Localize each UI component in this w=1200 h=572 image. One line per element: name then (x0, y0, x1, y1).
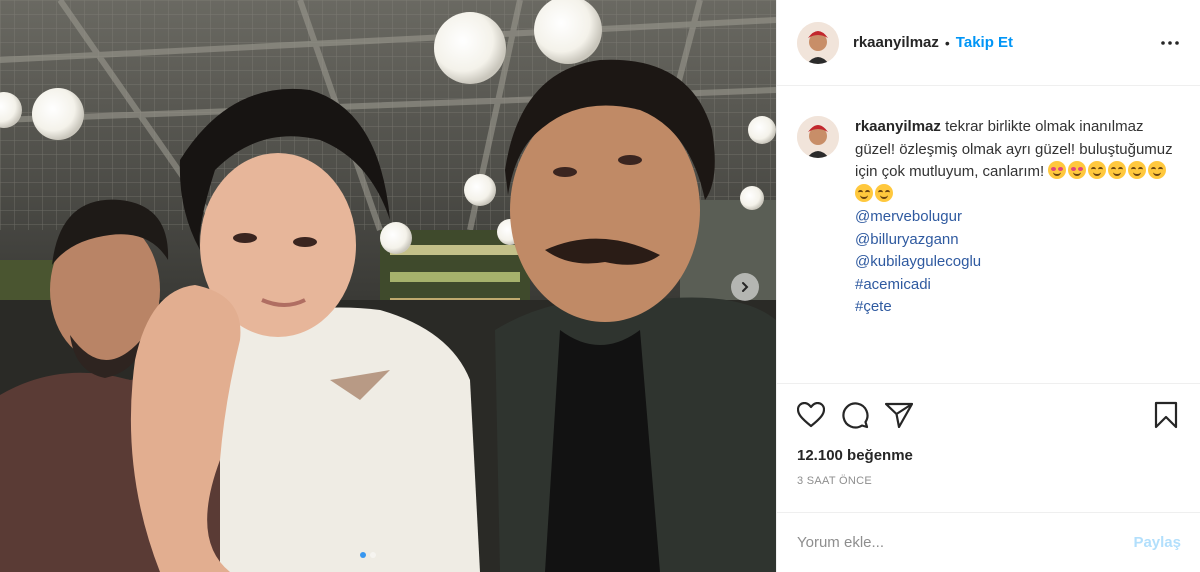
author-username[interactable]: rkaanyilmaz (853, 34, 939, 51)
save-button[interactable] (1150, 399, 1182, 431)
carousel-indicator (360, 552, 376, 558)
smiling-face-emoji-icon (855, 183, 873, 202)
bookmark-icon (1154, 401, 1178, 428)
smiling-face-emoji-icon (1148, 161, 1167, 179)
action-bar (777, 383, 1200, 445)
post-comment-button[interactable]: Paylaş (1133, 534, 1181, 551)
caption-username[interactable]: rkaanyilmaz (855, 118, 941, 135)
heart-icon (797, 401, 825, 427)
smiling-face-emoji-icon (1108, 161, 1127, 179)
heart-eyes-emoji-icon (1068, 161, 1087, 179)
comment-form: Paylaş (777, 512, 1200, 572)
photo-scene (0, 0, 776, 572)
like-button[interactable] (795, 399, 827, 431)
avatar-image (797, 21, 839, 64)
smiling-face-emoji-icon (1088, 161, 1107, 179)
likes-count[interactable]: 12.100 beğenme (777, 445, 1200, 467)
caption-avatar[interactable] (797, 116, 839, 158)
mention-link[interactable]: @kubilaygulecoglu (855, 251, 1175, 274)
share-button[interactable] (883, 399, 915, 431)
more-options-button[interactable] (1158, 31, 1182, 55)
mention-link[interactable]: @billuryazgann (855, 229, 1175, 252)
caption-area: rkaanyilmaz tekrar birlikte olmak inanıl… (777, 86, 1200, 383)
carousel-dot (360, 552, 366, 558)
caption-tags: @mervebolugur @billuryazgann @kubilaygul… (855, 206, 1175, 319)
carousel-dot (370, 552, 376, 558)
comment-input[interactable] (797, 534, 1134, 551)
smiling-face-emoji-icon (1128, 161, 1147, 179)
separator-dot: • (944, 34, 950, 51)
avatar-image (797, 116, 839, 158)
smiling-face-emoji-icon (875, 183, 893, 202)
post-side-panel: rkaanyilmaz • Takip Et rkaanyilmaz tekra… (776, 0, 1200, 572)
post-header: rkaanyilmaz • Takip Et (777, 0, 1200, 86)
comment-button[interactable] (839, 399, 871, 431)
author-avatar[interactable] (797, 21, 839, 64)
hashtag-link[interactable]: #çete (855, 296, 1175, 319)
paper-plane-icon (885, 402, 913, 428)
carousel-next-button[interactable] (731, 273, 759, 301)
mention-link[interactable]: @mervebolugur (855, 206, 1175, 229)
heart-eyes-emoji-icon (1048, 161, 1067, 179)
caption: rkaanyilmaz tekrar birlikte olmak inanıl… (855, 116, 1175, 383)
chevron-right-icon (742, 282, 749, 292)
follow-button[interactable]: Takip Et (956, 34, 1013, 51)
post-photo[interactable] (0, 0, 776, 572)
comment-icon (842, 401, 869, 428)
more-options-icon (1161, 40, 1179, 45)
post-timestamp[interactable]: 3 SAAT ÖNCE (777, 475, 1200, 487)
hashtag-link[interactable]: #acemicadi (855, 274, 1175, 297)
